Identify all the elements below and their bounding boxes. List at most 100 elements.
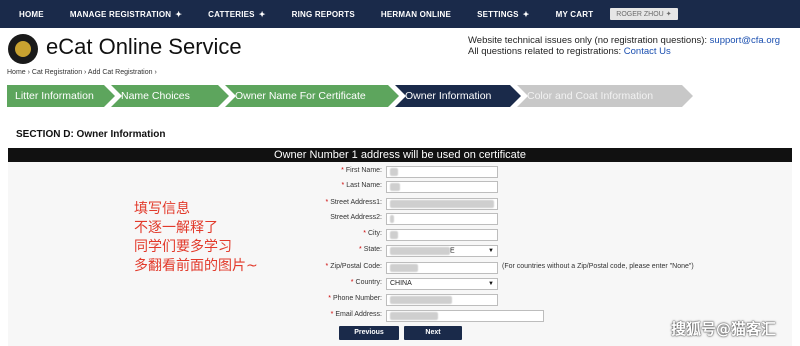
annotation-line: 填写信息 bbox=[134, 201, 190, 217]
field-label: * Street Address1: bbox=[325, 199, 383, 206]
field-label: * First Name: bbox=[341, 167, 382, 174]
form-row-zip: * Zip/Postal Code: (For countries without… bbox=[0, 262, 800, 276]
nav-label: RING REPORTS bbox=[291, 9, 355, 19]
step-color-and-coat-information[interactable]: Color and Coat Information bbox=[517, 85, 693, 107]
step-owner-information[interactable]: Owner Information bbox=[395, 85, 521, 107]
nav-label: MANAGE REGISTRATION bbox=[69, 9, 172, 19]
redacted-value bbox=[390, 168, 398, 176]
support-email-link[interactable]: support@cfa.org bbox=[710, 35, 780, 46]
required-marker: * bbox=[350, 279, 354, 286]
nav-manage-registration[interactable]: MANAGE REGISTRATION ✦ bbox=[57, 10, 195, 19]
previous-button[interactable]: Previous bbox=[339, 326, 399, 340]
nav-home[interactable]: HOME bbox=[6, 10, 57, 19]
form-row-street1: * Street Address1: bbox=[0, 198, 800, 212]
watermark: 搜狐号@猫客汇 bbox=[670, 320, 776, 338]
required-marker: * bbox=[330, 311, 334, 318]
certificate-banner: Owner Number 1 address will be used on c… bbox=[8, 148, 792, 162]
required-marker: * bbox=[325, 199, 329, 206]
redacted-value bbox=[390, 312, 438, 320]
dropdown-icon: ✦ bbox=[258, 9, 266, 19]
dropdown-icon: ✦ bbox=[175, 9, 183, 19]
form-row-country: * Country: CHINA ▼ bbox=[0, 278, 800, 292]
state-select[interactable]: E ▼ bbox=[386, 245, 498, 257]
step-label: Owner Name For Certificate bbox=[235, 90, 366, 102]
nav-herman-online[interactable]: HERMAN ONLINE bbox=[368, 10, 464, 19]
step-label: Name Choices bbox=[121, 90, 190, 102]
nav-label: MY CART bbox=[555, 9, 594, 19]
nav-my-cart[interactable]: MY CART bbox=[543, 10, 607, 19]
country-select[interactable]: CHINA ▼ bbox=[386, 278, 498, 290]
dropdown-icon: ✦ bbox=[665, 11, 672, 18]
redacted-value bbox=[390, 296, 452, 304]
nav-catteries[interactable]: CATTERIES ✦ bbox=[195, 10, 278, 19]
contact-us-link[interactable]: Contact Us bbox=[624, 46, 671, 57]
annotation-note: 填写信息 不逐一解释了 同学们要多学习 多翻看前面的图片~ bbox=[134, 200, 258, 276]
zip-hint: (For countries without a Zip/Postal code… bbox=[502, 263, 694, 270]
first-name-input[interactable] bbox=[386, 166, 498, 178]
annotation-line: 同学们要多学习 bbox=[134, 239, 232, 255]
step-label: Owner Information bbox=[405, 90, 492, 102]
redacted-value bbox=[390, 264, 418, 272]
field-label: * City: bbox=[363, 230, 382, 237]
street-address2-input[interactable] bbox=[386, 213, 498, 225]
form-row-city: * City: bbox=[0, 229, 800, 243]
required-marker: * bbox=[328, 295, 331, 302]
country-value: CHINA bbox=[390, 280, 412, 287]
contact-text: Website technical issues only (no regist… bbox=[468, 35, 708, 46]
field-label: * Phone Number: bbox=[328, 295, 382, 302]
field-label: Street Address2: bbox=[330, 214, 382, 221]
contact-info: Website technical issues only (no regist… bbox=[468, 35, 780, 57]
field-label: * Email Address: bbox=[330, 311, 382, 318]
required-marker: * bbox=[341, 167, 344, 174]
dropdown-caret-icon: ▼ bbox=[488, 248, 494, 254]
nav-label: CATTERIES bbox=[208, 9, 255, 19]
email-input[interactable] bbox=[386, 310, 544, 322]
step-litter-information[interactable]: Litter Information bbox=[7, 85, 115, 107]
cfa-logo-icon[interactable] bbox=[8, 34, 38, 64]
form-row-first-name: * First Name: bbox=[0, 166, 800, 180]
user-name: ROGER ZHOU bbox=[616, 11, 664, 18]
field-label: * Zip/Postal Code: bbox=[325, 263, 382, 270]
redacted-value bbox=[390, 183, 400, 191]
zip-input[interactable] bbox=[386, 262, 498, 274]
required-marker: * bbox=[358, 246, 362, 253]
field-label: * Country: bbox=[350, 279, 382, 286]
form-row-street2: Street Address2: bbox=[0, 213, 800, 227]
field-label: * State: bbox=[358, 246, 382, 253]
nav-label: HERMAN ONLINE bbox=[380, 9, 452, 19]
dropdown-caret-icon: ▼ bbox=[488, 281, 494, 287]
form-row-phone: * Phone Number: bbox=[0, 294, 800, 308]
step-label: Color and Coat Information bbox=[527, 90, 654, 102]
last-name-input[interactable] bbox=[386, 181, 498, 193]
dropdown-icon: ✦ bbox=[522, 9, 530, 19]
header: eCat Online Service Website technical is… bbox=[0, 28, 800, 66]
redacted-value bbox=[390, 246, 450, 255]
required-marker: * bbox=[363, 230, 366, 237]
redacted-value bbox=[390, 231, 398, 239]
annotation-line: 多翻看前面的图片~ bbox=[134, 258, 258, 274]
state-value-suffix: E bbox=[450, 247, 455, 255]
redacted-value bbox=[390, 215, 394, 223]
required-marker: * bbox=[325, 263, 329, 270]
nav-label: SETTINGS bbox=[477, 9, 519, 19]
required-marker: * bbox=[341, 182, 345, 189]
contact-text: All questions related to registrations: bbox=[468, 46, 622, 57]
field-label: * Last Name: bbox=[341, 182, 382, 189]
form-row-state: * State: E ▼ bbox=[0, 245, 800, 259]
nav-label: HOME bbox=[19, 9, 44, 19]
breadcrumb[interactable]: Home › Cat Registration › Add Cat Regist… bbox=[7, 69, 157, 76]
user-menu[interactable]: ROGER ZHOU ✦ bbox=[610, 8, 678, 20]
nav-settings[interactable]: SETTINGS ✦ bbox=[464, 10, 543, 19]
street-address1-input[interactable] bbox=[386, 198, 498, 210]
next-button[interactable]: Next bbox=[404, 326, 462, 340]
city-input[interactable] bbox=[386, 229, 498, 241]
phone-input[interactable] bbox=[386, 294, 498, 306]
nav-ring-reports[interactable]: RING REPORTS bbox=[279, 10, 368, 19]
step-owner-name-for-certificate[interactable]: Owner Name For Certificate bbox=[225, 85, 399, 107]
step-label: Litter Information bbox=[15, 90, 94, 102]
app-title: eCat Online Service bbox=[46, 34, 242, 59]
redacted-value bbox=[390, 200, 494, 208]
form-row-last-name: * Last Name: bbox=[0, 181, 800, 195]
step-name-choices[interactable]: Name Choices bbox=[111, 85, 229, 107]
annotation-line: 不逐一解释了 bbox=[134, 220, 218, 236]
